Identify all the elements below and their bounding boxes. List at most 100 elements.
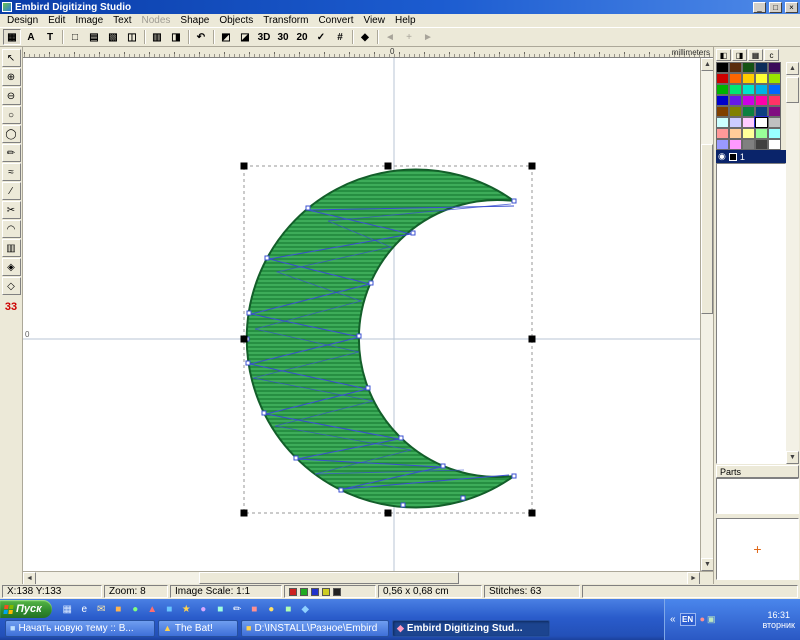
node-edit-tool-button[interactable]: ◇ bbox=[2, 277, 21, 295]
satin-tool-button[interactable]: ◈ bbox=[2, 258, 21, 276]
quick-launch-icon-7[interactable]: ★ bbox=[179, 602, 194, 617]
menu-item-view[interactable]: View bbox=[358, 15, 390, 26]
merge-design-button[interactable]: ▧ bbox=[104, 29, 122, 45]
close-button[interactable]: × bbox=[785, 2, 798, 13]
arc-tool-button[interactable]: ◠ bbox=[2, 220, 21, 238]
scissors-tool-button[interactable]: ✂ bbox=[2, 201, 21, 219]
tray-icon-1[interactable]: ▣ bbox=[707, 614, 716, 625]
quick-launch-icon-10[interactable]: ✏ bbox=[230, 602, 245, 617]
ellipse-tool-button[interactable]: ◯ bbox=[2, 125, 21, 143]
palette-color-11[interactable] bbox=[729, 84, 742, 95]
text-tool-button[interactable]: A bbox=[22, 29, 40, 45]
palette-color-29[interactable] bbox=[768, 117, 781, 128]
palette-color-12[interactable] bbox=[742, 84, 755, 95]
quick-launch-icon-0[interactable]: ▦ bbox=[60, 602, 75, 617]
quick-launch-icon-4[interactable]: ● bbox=[128, 602, 143, 617]
density-30-button[interactable]: 30 bbox=[274, 29, 292, 45]
palette-color-7[interactable] bbox=[742, 73, 755, 84]
horizontal-scroll-thumb[interactable] bbox=[199, 572, 459, 584]
tray-icon-0[interactable]: ● bbox=[700, 614, 705, 625]
fill-tool-button[interactable]: ▥ bbox=[2, 239, 21, 257]
palette-color-19[interactable] bbox=[768, 95, 781, 106]
palette-color-18[interactable] bbox=[755, 95, 768, 106]
panel-scrollbar[interactable]: ▲ ▼ bbox=[786, 62, 799, 464]
palette-color-37[interactable] bbox=[742, 139, 755, 150]
palette-color-15[interactable] bbox=[716, 95, 729, 106]
design-canvas[interactable]: 0 bbox=[23, 58, 700, 571]
monogram-tool-button[interactable]: T bbox=[41, 29, 59, 45]
vertical-scroll-thumb[interactable] bbox=[701, 144, 713, 314]
language-indicator[interactable]: EN bbox=[680, 613, 696, 626]
view-normal-button[interactable]: ◩ bbox=[217, 29, 235, 45]
menu-item-edit[interactable]: Edit bbox=[43, 15, 70, 26]
palette-color-8[interactable] bbox=[755, 73, 768, 84]
menu-item-shape[interactable]: Shape bbox=[175, 15, 214, 26]
palette-color-6[interactable] bbox=[729, 73, 742, 84]
palette-color-17[interactable] bbox=[742, 95, 755, 106]
menu-item-text[interactable]: Text bbox=[108, 15, 136, 26]
menu-item-image[interactable]: Image bbox=[70, 15, 108, 26]
quick-launch-icon-2[interactable]: ✉ bbox=[94, 602, 109, 617]
palette-c-button[interactable]: c bbox=[764, 49, 779, 61]
zoom-in-tool-button[interactable]: ⊕ bbox=[2, 68, 21, 86]
palette-color-32[interactable] bbox=[742, 128, 755, 139]
palette-color-13[interactable] bbox=[755, 84, 768, 95]
palette-color-10[interactable] bbox=[716, 84, 729, 95]
density-20-button[interactable]: 20 bbox=[293, 29, 311, 45]
taskbar-task-2[interactable]: ■D:\INSTALL\Разное\Embird bbox=[241, 620, 389, 637]
palette-color-21[interactable] bbox=[729, 106, 742, 117]
quick-launch-icon-6[interactable]: ■ bbox=[162, 602, 177, 617]
maximize-button[interactable]: □ bbox=[769, 2, 782, 13]
palette-color-26[interactable] bbox=[729, 117, 742, 128]
palette-next-button[interactable]: ◨ bbox=[732, 49, 747, 61]
menu-item-help[interactable]: Help bbox=[390, 15, 421, 26]
copy-button[interactable]: ◨ bbox=[167, 29, 185, 45]
palette-color-22[interactable] bbox=[742, 106, 755, 117]
palette-color-9[interactable] bbox=[768, 73, 781, 84]
palette-color-3[interactable] bbox=[755, 62, 768, 73]
palette-color-1[interactable] bbox=[729, 62, 742, 73]
canvas-horizontal-scrollbar[interactable]: ◄ ► bbox=[23, 571, 700, 584]
menu-item-design[interactable]: Design bbox=[2, 15, 43, 26]
view-3d-button[interactable]: 3D bbox=[255, 29, 273, 45]
palette-grid-button[interactable]: ▦ bbox=[748, 49, 763, 61]
parts-list-area[interactable] bbox=[716, 478, 799, 514]
palette-color-28[interactable] bbox=[755, 117, 768, 128]
palette-color-35[interactable] bbox=[716, 139, 729, 150]
palette-color-2[interactable] bbox=[742, 62, 755, 73]
save-design-button[interactable]: ◫ bbox=[123, 29, 141, 45]
palette-color-36[interactable] bbox=[729, 139, 742, 150]
palette-color-25[interactable] bbox=[716, 117, 729, 128]
new-design-button[interactable]: □ bbox=[66, 29, 84, 45]
next-object-button[interactable]: ► bbox=[419, 29, 437, 45]
palette-color-33[interactable] bbox=[755, 128, 768, 139]
quick-launch-icon-3[interactable]: ■ bbox=[111, 602, 126, 617]
palette-color-34[interactable] bbox=[768, 128, 781, 139]
grid-toggle-button[interactable]: # bbox=[331, 29, 349, 45]
taskbar-task-0[interactable]: ■Начать новую тему :: B... bbox=[5, 620, 155, 637]
thread-list-area[interactable] bbox=[716, 163, 786, 464]
plugin-button[interactable]: ◆ bbox=[356, 29, 374, 45]
palette-color-24[interactable] bbox=[768, 106, 781, 117]
taskbar-task-3[interactable]: ◆Embird Digitizing Stud... bbox=[392, 620, 550, 637]
palette-color-30[interactable] bbox=[716, 128, 729, 139]
palette-prev-button[interactable]: ◧ bbox=[716, 49, 731, 61]
palette-color-20[interactable] bbox=[716, 106, 729, 117]
tray-chevron-icon[interactable]: « bbox=[670, 614, 676, 625]
curve-tool-button[interactable]: ≈ bbox=[2, 163, 21, 181]
zoom-out-tool-button[interactable]: ⊖ bbox=[2, 87, 21, 105]
freehand-tool-button[interactable]: ○ bbox=[2, 106, 21, 124]
palette-color-27[interactable] bbox=[742, 117, 755, 128]
taskbar-task-1[interactable]: ▲The Bat! bbox=[158, 620, 238, 637]
undo-button[interactable]: ↶ bbox=[192, 29, 210, 45]
view-outline-button[interactable]: ◪ bbox=[236, 29, 254, 45]
quick-launch-icon-8[interactable]: ● bbox=[196, 602, 211, 617]
palette-color-31[interactable] bbox=[729, 128, 742, 139]
palette-color-23[interactable] bbox=[755, 106, 768, 117]
open-design-button[interactable]: ▤ bbox=[85, 29, 103, 45]
minimize-button[interactable]: _ bbox=[753, 2, 766, 13]
palette-color-38[interactable] bbox=[755, 139, 768, 150]
print-button[interactable]: ▥ bbox=[148, 29, 166, 45]
palette-color-39[interactable] bbox=[768, 139, 781, 150]
palette-color-14[interactable] bbox=[768, 84, 781, 95]
